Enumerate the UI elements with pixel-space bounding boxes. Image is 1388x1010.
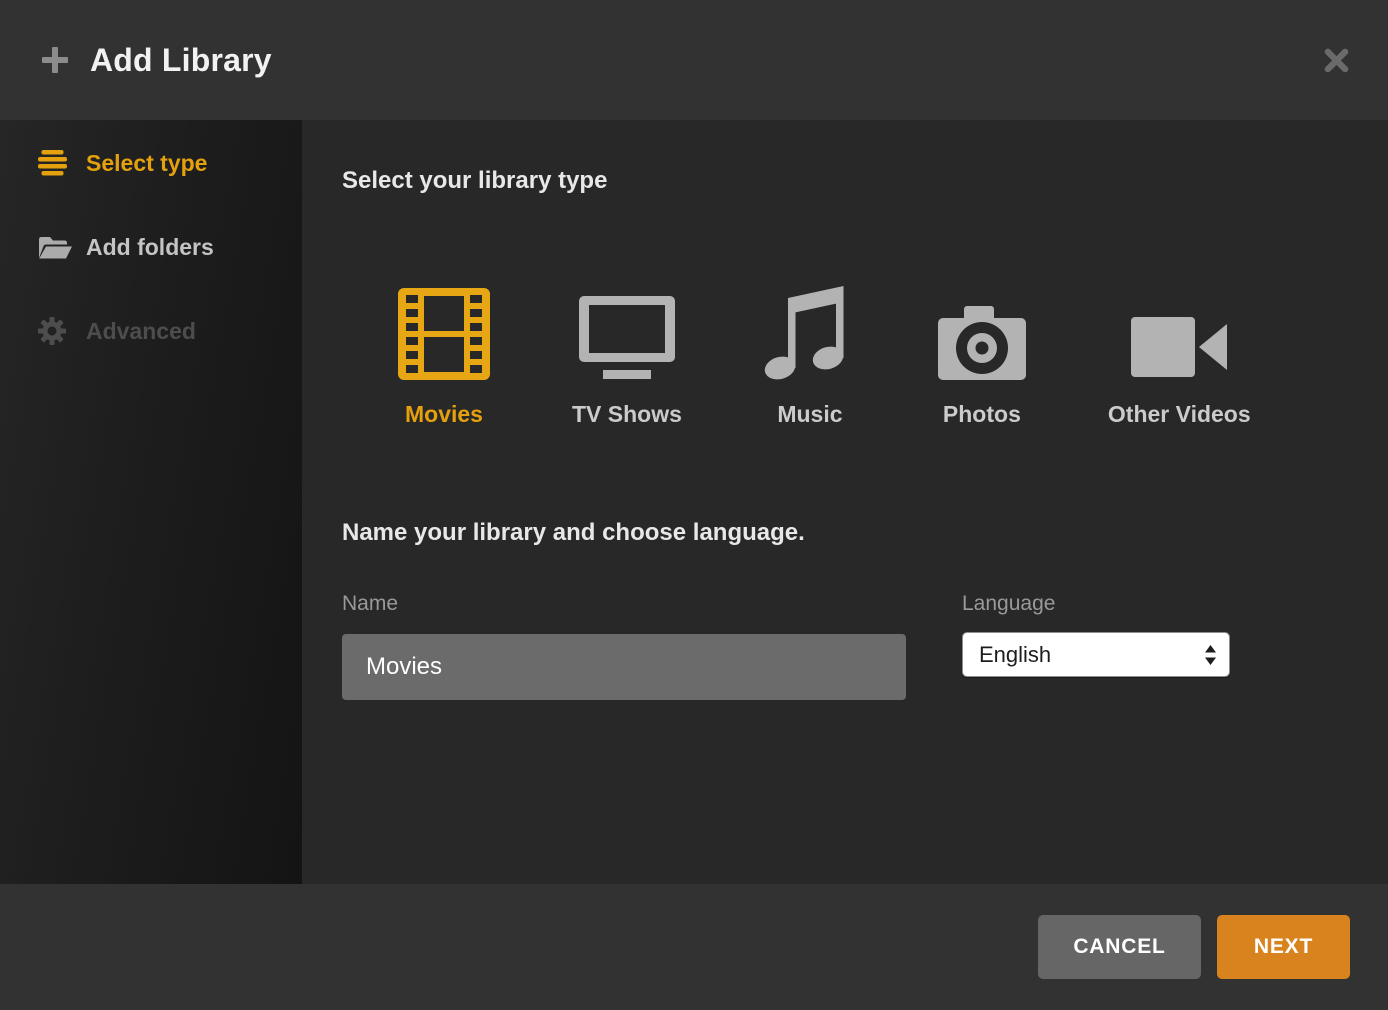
music-note-icon	[764, 288, 856, 380]
library-type-label: Movies	[405, 400, 483, 428]
select-stepper-icon	[1204, 644, 1217, 666]
add-library-dialog: Add Library	[0, 0, 1388, 1010]
dialog-title: Add Library	[90, 42, 272, 79]
sidebar-item-select-type[interactable]: Select type	[0, 121, 302, 205]
library-type-label: Music	[777, 400, 842, 428]
sidebar-item-advanced: Advanced	[0, 289, 302, 373]
film-strip-icon	[398, 288, 490, 380]
library-type-other-videos[interactable]: Other Videos	[1108, 288, 1251, 428]
video-camera-icon	[1131, 288, 1227, 380]
library-type-heading: Select your library type	[342, 166, 1348, 196]
library-type-movies[interactable]: Movies	[398, 288, 490, 428]
camera-icon	[938, 288, 1026, 380]
sidebar-item-label: Advanced	[86, 318, 196, 345]
folder-open-icon	[38, 234, 74, 261]
plus-icon	[40, 45, 70, 75]
sidebar-item-label: Add folders	[86, 234, 214, 261]
library-type-row: Movies TV Shows	[398, 288, 1348, 428]
dialog-header: Add Library	[0, 0, 1388, 120]
cancel-button[interactable]: CANCEL	[1038, 915, 1201, 979]
next-button[interactable]: NEXT	[1217, 915, 1350, 979]
language-select-value: English	[979, 642, 1204, 668]
name-language-heading: Name your library and choose language.	[342, 518, 1348, 548]
sidebar-item-label: Select type	[86, 150, 207, 177]
library-type-photos[interactable]: Photos	[938, 288, 1026, 428]
library-type-label: Photos	[943, 400, 1021, 428]
library-type-music[interactable]: Music	[764, 288, 856, 428]
close-icon[interactable]	[1323, 47, 1350, 74]
wizard-steps-sidebar: Select type Add folders	[0, 120, 302, 884]
tv-icon	[579, 288, 675, 380]
name-field-label: Name	[342, 592, 906, 616]
dialog-footer: CANCEL NEXT	[0, 884, 1388, 1010]
name-language-form: Name Language English	[342, 592, 1348, 700]
sidebar-item-add-folders[interactable]: Add folders	[0, 205, 302, 289]
library-type-label: Other Videos	[1108, 400, 1251, 428]
library-type-tv-shows[interactable]: TV Shows	[572, 288, 682, 428]
language-field-label: Language	[962, 592, 1230, 616]
library-type-label: TV Shows	[572, 400, 682, 428]
list-icon	[38, 150, 74, 176]
library-name-input[interactable]	[342, 634, 906, 700]
dialog-body: Select type Add folders	[0, 120, 1388, 884]
main-content: Select your library type	[302, 120, 1388, 884]
language-select[interactable]: English	[962, 632, 1230, 677]
gear-icon	[38, 317, 74, 345]
